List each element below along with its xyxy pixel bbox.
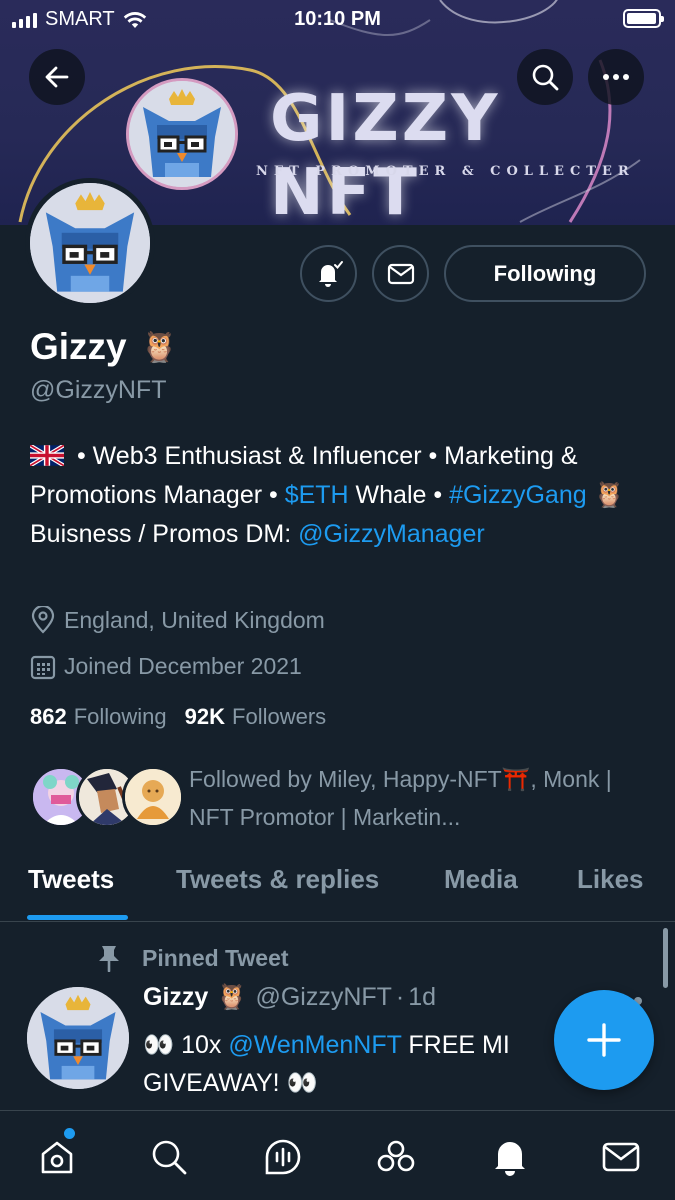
notifications-subscribe-button[interactable] xyxy=(300,245,357,302)
location-text: England, United Kingdom xyxy=(64,606,325,633)
joined-row: Joined December 2021 xyxy=(30,653,302,680)
nav-notifications[interactable] xyxy=(482,1129,538,1185)
bio-owl-emoji: 🦉 xyxy=(586,481,625,509)
gizzygang-hashtag-link[interactable]: #GizzyGang xyxy=(449,481,587,509)
banner-owl-logo xyxy=(126,78,238,190)
profile-name: Gizzy xyxy=(30,326,127,367)
bio-text-2: Whale • xyxy=(348,481,450,509)
search-icon xyxy=(152,1140,187,1175)
battery-icon xyxy=(623,9,664,28)
home-unread-dot xyxy=(64,1128,75,1139)
nav-communities[interactable] xyxy=(368,1129,424,1185)
following-stat[interactable]: 862 Following xyxy=(30,704,167,730)
tweet-author-name[interactable]: Gizzy xyxy=(143,983,208,1012)
nav-home[interactable] xyxy=(29,1129,85,1185)
active-tab-indicator xyxy=(27,915,128,920)
scrollbar[interactable] xyxy=(663,928,668,988)
notifications-icon xyxy=(495,1142,525,1176)
status-bar: SMART 10:10 PM xyxy=(0,0,675,36)
compose-tweet-button[interactable] xyxy=(554,990,654,1090)
profile-handle: @GizzyNFT xyxy=(30,376,167,404)
bottom-navigation xyxy=(0,1110,675,1200)
calendar-icon xyxy=(30,655,56,679)
message-button[interactable] xyxy=(372,245,429,302)
tweet-header: Gizzy 🦉 @GizzyNFT · 1d xyxy=(143,983,436,1012)
tweet-separator-dot: · xyxy=(395,983,405,1011)
follow-stats: 862 Following 92K Followers xyxy=(30,704,326,730)
joined-text: Joined December 2021 xyxy=(64,653,302,679)
tab-tweets[interactable]: Tweets xyxy=(28,864,114,895)
gizzymanager-mention-link[interactable]: @GizzyManager xyxy=(298,520,485,548)
envelope-icon xyxy=(387,263,414,284)
search-profile-button[interactable] xyxy=(517,49,573,105)
profile-avatar[interactable] xyxy=(25,178,155,308)
tab-tweets-replies[interactable]: Tweets & replies xyxy=(176,864,379,895)
more-options-button[interactable] xyxy=(588,49,644,105)
pin-icon xyxy=(99,946,119,972)
pinned-tweet-label-row: Pinned Tweet xyxy=(96,944,289,972)
more-icon xyxy=(603,74,629,80)
owl-emoji: 🦉 xyxy=(140,330,178,364)
banner-subtitle: NFT PROMOTER & COLLECTER xyxy=(256,164,635,179)
tweet-text: 👀 10x @WenMenNFT FREE MI GIVEAWAY! 👀 xyxy=(143,1026,563,1102)
home-icon xyxy=(41,1141,73,1174)
spaces-icon xyxy=(265,1139,301,1175)
nav-spaces[interactable] xyxy=(255,1129,311,1185)
pinned-tweet-label: Pinned Tweet xyxy=(142,944,289,971)
uk-flag-icon xyxy=(30,445,64,466)
profile-tabs: Tweets Tweets & replies Media Likes xyxy=(0,852,675,922)
followed-by-text[interactable]: Followed by Miley, Happy-NFT⛩️, Monk | N… xyxy=(189,760,639,836)
profile-name-row: Gizzy 🦉 xyxy=(30,326,178,368)
location-row: England, United Kingdom xyxy=(30,606,325,634)
tweet-author-avatar[interactable] xyxy=(27,987,129,1089)
tweet-text-1: 10x xyxy=(174,1031,229,1059)
search-icon xyxy=(532,64,559,91)
tweet-text-2: FREE MI xyxy=(401,1031,510,1059)
nav-messages[interactable] xyxy=(593,1129,649,1185)
bell-check-icon xyxy=(318,260,343,287)
plus-icon xyxy=(587,1023,621,1057)
followers-stat[interactable]: 92K Followers xyxy=(185,704,327,730)
mutual-followers-avatars[interactable] xyxy=(30,766,190,830)
back-arrow-icon xyxy=(45,66,69,88)
wenmennft-mention-link[interactable]: @WenMenNFT xyxy=(228,1031,401,1059)
tweet-author-emoji: 🦉 xyxy=(216,983,248,1011)
tweet-time: 1d xyxy=(408,983,437,1011)
tweet-text-line2: GIVEAWAY! 👀 xyxy=(143,1069,318,1097)
location-pin-icon xyxy=(31,606,55,634)
tweet-author-handle[interactable]: @GizzyNFT xyxy=(255,983,391,1012)
eth-cashtag-link[interactable]: $ETH xyxy=(285,481,349,509)
tweet-eyes-emoji: 👀 xyxy=(143,1031,175,1059)
bio-text-3: Buisness / Promos DM: xyxy=(30,520,299,548)
clock: 10:10 PM xyxy=(294,8,381,30)
tab-likes[interactable]: Likes xyxy=(577,864,644,895)
tab-media[interactable]: Media xyxy=(444,864,518,895)
nav-search[interactable] xyxy=(141,1129,197,1185)
communities-icon xyxy=(377,1140,415,1172)
profile-bio: • Web3 Enthusiast & Influencer • Marketi… xyxy=(30,437,655,554)
back-button[interactable] xyxy=(29,49,85,105)
follower-avatar-monk xyxy=(122,766,184,828)
following-button[interactable]: Following xyxy=(444,245,646,302)
messages-icon xyxy=(602,1142,640,1172)
